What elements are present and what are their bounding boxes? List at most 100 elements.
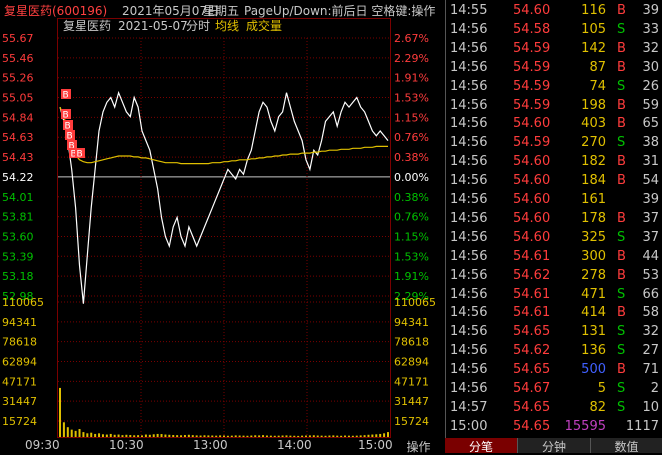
trade-volume: 198 <box>581 97 606 113</box>
pct-tick-label: 0.76% <box>394 211 429 224</box>
trade-time: 14:55 <box>450 3 488 18</box>
trade-price: 54.65 <box>513 362 551 378</box>
volume-bar <box>230 435 233 437</box>
volume-bar <box>379 433 382 437</box>
trade-side: S <box>617 229 626 245</box>
chart-svg[interactable]: BBBBBB B 55.67 55.46 55.26 55.05 54.84 54.63 54… <box>0 18 445 438</box>
trade-volume: 15595 <box>564 418 606 434</box>
pct-tick-label: 1.53% <box>394 250 429 263</box>
volume-bar <box>277 435 280 437</box>
trade-time: 14:56 <box>450 305 488 321</box>
trade-side: S <box>617 286 626 302</box>
volume-tick-label: 94341 <box>394 316 429 329</box>
volume-bar <box>109 433 112 437</box>
trade-time: 14:56 <box>450 135 488 151</box>
legend-name: 复星医药 <box>63 19 111 33</box>
trade-time: 14:56 <box>450 192 488 207</box>
trade-time: 14:56 <box>450 324 488 340</box>
volume-bar <box>133 435 136 437</box>
left-volume-axis: 110065 94341 78618 62894 47171 31447 15724 <box>2 296 44 428</box>
trade-side: B <box>617 362 626 378</box>
trade-row: 14:57 54.65 82 S 10 <box>446 398 662 416</box>
volume-bar <box>59 387 61 437</box>
volume-bar <box>269 435 272 437</box>
trade-time: 14:56 <box>450 286 488 302</box>
volume-bar <box>70 429 73 437</box>
volume-bar <box>289 435 292 437</box>
volume-bar <box>238 435 241 437</box>
trade-volume: 270 <box>581 135 606 151</box>
volume-bar <box>246 435 249 437</box>
trade-time: 15:00 <box>450 418 488 434</box>
volume-bar <box>355 435 358 437</box>
trade-price: 54.59 <box>513 59 551 75</box>
trade-row: 14:56 54.65 500 B 71 <box>446 360 662 378</box>
pct-tick-label: 1.15% <box>394 111 429 124</box>
trade-row: 14:56 54.59 198 B 59 <box>446 96 662 114</box>
trade-price: 54.61 <box>513 248 551 264</box>
legend-mode: 分时 <box>186 19 210 33</box>
trade-row: 14:56 54.67 5 S 2 <box>446 379 662 397</box>
tab-minutes[interactable]: 分钟 <box>518 438 590 454</box>
volume-tick-label: 78618 <box>394 336 429 349</box>
trade-row: 14:56 54.60 161 39 <box>446 190 662 208</box>
time-axis: 09:30 10:30 13:00 14:00 15:00 <box>0 438 445 453</box>
trade-side: S <box>617 324 626 340</box>
volume-bar <box>82 432 85 437</box>
trade-list-panel[interactable]: 14:55 54.60 116 B 39 14:56 54.58 105 S 33 14:56 54.… <box>445 0 662 438</box>
trade-side: B <box>617 3 626 18</box>
volume-bar <box>183 435 186 437</box>
stock-title: 复星医药(600196) <box>4 4 108 18</box>
tab-ticks[interactable]: 分笔 <box>445 438 517 454</box>
volume-bar <box>187 434 190 437</box>
trade-markers: BBBBBB B <box>61 89 85 160</box>
volume-bar <box>168 434 171 437</box>
trade-row: 14:56 54.59 74 S 26 <box>446 77 662 95</box>
legend-avg: 均线 <box>215 19 239 33</box>
trade-row: 14:56 54.62 136 S 27 <box>446 341 662 359</box>
pct-tick-label: 0.38% <box>394 191 429 204</box>
trade-price: 54.59 <box>513 78 551 94</box>
trade-time: 14:56 <box>450 267 488 283</box>
volume-bar <box>234 435 237 437</box>
price-tick-label: 54.43 <box>2 151 34 164</box>
volume-bar <box>125 434 128 437</box>
volume-bar <box>101 434 104 437</box>
trade-time: 14:56 <box>450 78 488 94</box>
trade-side: S <box>617 21 626 37</box>
trade-row: 14:56 54.58 105 S 33 <box>446 20 662 38</box>
trade-price: 54.61 <box>513 305 551 321</box>
volume-bar <box>250 435 253 437</box>
trade-row: 14:56 54.61 300 B 44 <box>446 247 662 265</box>
volume-tick-label: 15724 <box>394 415 429 428</box>
volume-bar <box>223 435 225 437</box>
trade-side: B <box>617 154 626 170</box>
volume-bar <box>383 433 386 437</box>
trade-count: 39 <box>642 192 659 207</box>
volume-bar <box>359 435 362 437</box>
legend-date: 2021-05-07 <box>118 19 188 33</box>
volume-bar <box>191 435 194 437</box>
operate-button[interactable]: 操作 <box>392 438 445 454</box>
volume-bar <box>258 435 261 437</box>
intraday-chart[interactable]: BBBBBBB 55.67 55.46 55.26 55.05 54.84 54.63 54… <box>0 18 445 438</box>
volume-bar <box>316 435 319 437</box>
time-label-1300: 13:00 <box>193 438 228 452</box>
trade-volume: 500 <box>581 362 606 378</box>
trade-count: 71 <box>642 362 659 378</box>
trade-price: 54.65 <box>513 324 551 340</box>
trade-price: 54.58 <box>513 21 551 37</box>
volume-bar <box>367 434 370 437</box>
trade-row: 14:56 54.61 471 S 66 <box>446 285 662 303</box>
trade-count: 37 <box>642 210 659 226</box>
trade-row: 14:56 54.60 403 B 65 <box>446 114 662 132</box>
trade-volume: 87 <box>589 59 606 75</box>
trade-side: B <box>617 267 626 283</box>
trade-side: B <box>617 173 626 189</box>
trade-count: 54 <box>642 173 659 189</box>
trade-row: 14:56 54.59 87 B 30 <box>446 58 662 76</box>
trade-volume: 136 <box>581 343 606 359</box>
volume-bar <box>144 434 147 437</box>
trade-price: 54.59 <box>513 135 551 151</box>
tab-values[interactable]: 数值 <box>591 438 662 454</box>
